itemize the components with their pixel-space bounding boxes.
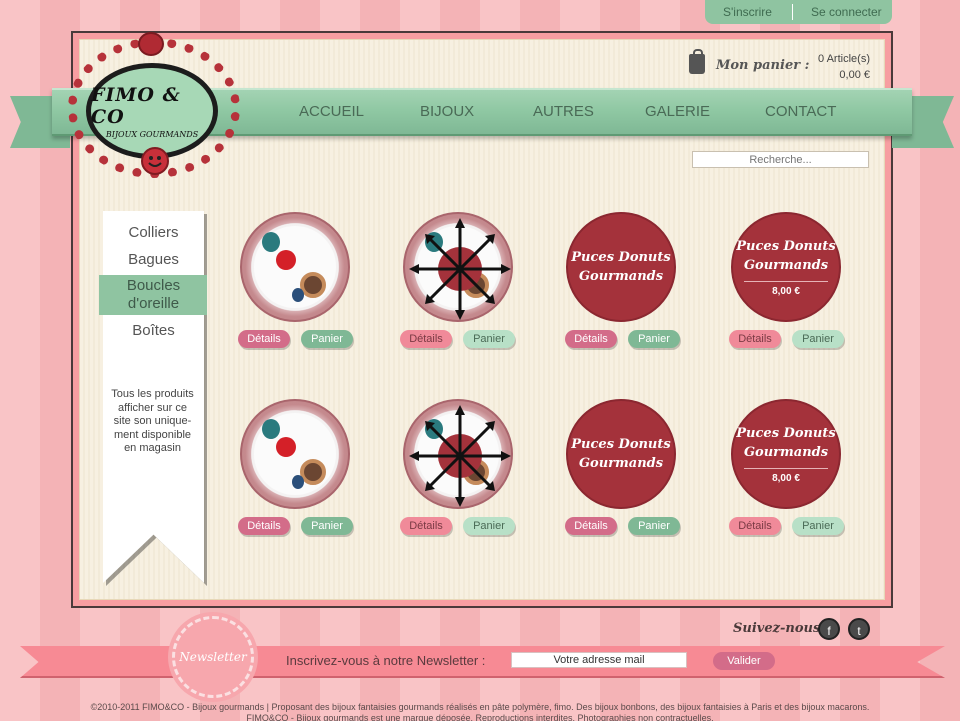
account-divider (791, 4, 793, 20)
product-name: Puces Donuts Gourmands (571, 250, 671, 284)
add-to-cart-button[interactable]: Panier (463, 330, 515, 348)
nav-accueil[interactable]: ACCUEIL (299, 103, 364, 120)
product-image[interactable] (240, 212, 350, 322)
site-logo[interactable]: FIMO & CO BIJOUX GOURMANDS (86, 63, 218, 159)
add-to-cart-button[interactable]: Panier (628, 330, 680, 348)
logo-subtitle: BIJOUX GOURMANDS (105, 129, 199, 139)
product-image-rotate[interactable] (403, 212, 513, 322)
login-link[interactable]: Se connecter (811, 5, 882, 19)
nav-autres[interactable]: AUTRES (533, 103, 594, 120)
move-arrows-icon (409, 218, 511, 320)
logo-title: FIMO & CO (91, 83, 181, 128)
product-tile-price[interactable]: Puces Donuts Gourmands 8,00 € (731, 212, 841, 322)
bead-blue (292, 288, 304, 302)
details-button[interactable]: Détails (400, 517, 452, 535)
newsletter-badge: Newsletter (172, 616, 254, 698)
macaron-icon (138, 32, 164, 56)
product-price: 8,00 € (772, 473, 800, 484)
search-input[interactable] (692, 151, 869, 168)
add-to-cart-button[interactable]: Panier (301, 517, 353, 535)
sidebar-note: Tous les produits afficher sur ce site s… (111, 388, 194, 454)
product-tile[interactable]: Puces Donuts Gourmands (566, 399, 676, 509)
details-button[interactable]: Détails (565, 330, 617, 348)
add-to-cart-button[interactable]: Panier (792, 330, 844, 348)
details-button[interactable]: Détails (400, 330, 452, 348)
account-tab: S'inscrire Se connecter (705, 0, 892, 24)
signup-link[interactable]: S'inscrire (723, 5, 772, 19)
product-tile[interactable]: Puces Donuts Gourmands (566, 212, 676, 322)
move-arrows-icon (409, 405, 511, 507)
product-name: Puces Donuts Gourmands (736, 426, 836, 460)
shopping-bag-icon[interactable] (689, 49, 705, 74)
footer-line-1: ©2010-2011 FIMO&CO - Bijoux gourmands | … (90, 702, 870, 712)
newsletter-submit-button[interactable]: Valider (713, 652, 775, 670)
add-to-cart-button[interactable]: Panier (792, 517, 844, 535)
footer: ©2010-2011 FIMO&CO - Bijoux gourmands | … (0, 702, 960, 721)
cart-total: 0,00 € (839, 69, 870, 81)
smiley-macaron-icon (141, 147, 169, 175)
footer-line-2: FIMO&CO - Bijoux gourmands est une marqu… (246, 713, 714, 721)
sidebar-item-boites[interactable]: Boîtes (103, 322, 204, 340)
sidebar-item-bagues[interactable]: Bagues (103, 251, 204, 269)
newsletter-label: Inscrivez-vous à notre Newsletter : (286, 653, 486, 668)
product-name: Puces Donuts Gourmands (736, 239, 836, 273)
price-divider (744, 468, 828, 469)
newsletter-email-input[interactable] (511, 652, 687, 668)
details-button[interactable]: Détails (729, 517, 781, 535)
product-tile-price[interactable]: Puces Donuts Gourmands 8,00 € (731, 399, 841, 509)
bead-blue (292, 475, 304, 489)
details-button[interactable]: Détails (729, 330, 781, 348)
add-to-cart-button[interactable]: Panier (463, 517, 515, 535)
details-button[interactable]: Détails (565, 517, 617, 535)
nav-bijoux[interactable]: BIJOUX (420, 103, 474, 120)
twitter-icon[interactable]: t (848, 618, 870, 640)
product-image-rotate[interactable] (403, 399, 513, 509)
bead-teal (262, 419, 280, 439)
details-button[interactable]: Détails (238, 517, 290, 535)
add-to-cart-button[interactable]: Panier (301, 330, 353, 348)
details-button[interactable]: Détails (238, 330, 290, 348)
product-name: Puces Donuts Gourmands (571, 437, 671, 471)
facebook-icon[interactable]: f (818, 618, 840, 640)
nav-galerie[interactable]: GALERIE (645, 103, 710, 120)
cart-label[interactable]: Mon panier : (716, 58, 809, 73)
follow-label: Suivez-nous (733, 621, 821, 636)
add-to-cart-button[interactable]: Panier (628, 517, 680, 535)
cart-count: 0 Article(s) (818, 53, 870, 65)
sidebar-item-boucles[interactable]: Boucles d'oreille (103, 277, 204, 313)
sidebar-item-colliers[interactable]: Colliers (103, 224, 204, 242)
price-divider (744, 281, 828, 282)
product-image[interactable] (240, 399, 350, 509)
bead-teal (262, 232, 280, 252)
nav-contact[interactable]: CONTACT (765, 103, 836, 120)
bead-red (276, 437, 296, 457)
product-price: 8,00 € (772, 286, 800, 297)
bead-red (276, 250, 296, 270)
